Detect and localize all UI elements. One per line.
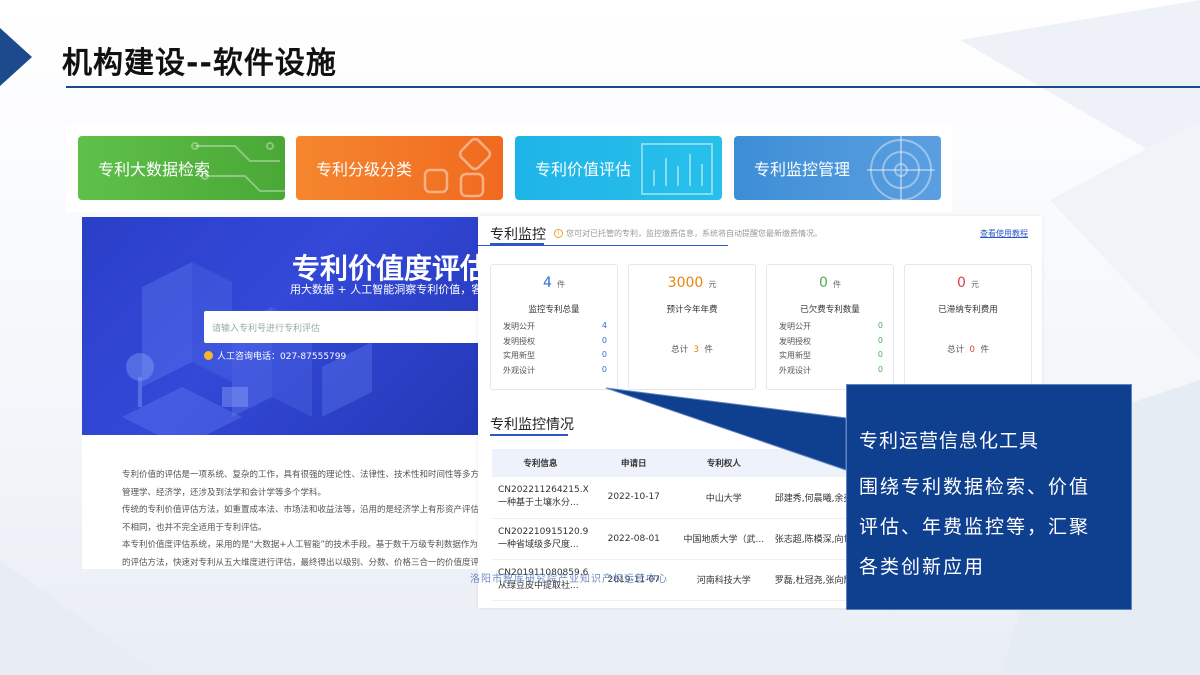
tile-patent-search[interactable]: 专利大数据检索 (78, 136, 285, 200)
apply-date: 2022-10-17 (588, 477, 679, 519)
valuation-subtitle: 用大数据 + 人工智能洞察专利价值，客观、公正 (290, 283, 482, 296)
watermark: 洛阳市智库研究院产业知识产权运营中心 (470, 574, 668, 585)
callout-line: 围绕专利数据检索、价值 (859, 476, 1091, 498)
tab-monitor[interactable]: 专利监控 (490, 224, 546, 244)
column-header[interactable]: 专利权人 (678, 449, 769, 477)
grid-diamond-icon (423, 137, 492, 198)
card-breakdown: 发明公开 4 发明授权 0 实用新型 0 外观设计 0 (503, 321, 607, 375)
column-header[interactable]: 专利信息 (492, 449, 589, 477)
tile-patent-monitoring[interactable]: 专利监控管理 (734, 136, 941, 200)
patent-owner: 河南科技大学 (678, 559, 769, 601)
tile-label: 专利大数据检索 (98, 160, 211, 179)
paragraph-line: 管理学、经济学，还涉及到法学和会计学等多个学科。 (122, 487, 327, 498)
patent-info[interactable]: CN202211264215.X 一种基于土壤水分... (492, 477, 589, 519)
paragraph-line: 专利价值的评估是一项系统、复杂的工作，具有很强的理论性、法律性、技术性和时间性等… (122, 470, 482, 480)
callout-body: 围绕专利数据检索、价值 评估、年费监控等，汇聚 各类创新应用 (859, 467, 1119, 587)
card-total-monitored[interactable]: 4件 监控专利总量 发明公开 4 发明授权 0 实用新型 0 外观设计 0 (490, 264, 618, 390)
tile-patent-valuation[interactable]: 专利价值评估 (515, 136, 722, 200)
card-title: 预计今年年费 (666, 305, 718, 315)
radar-icon (867, 136, 935, 200)
paragraph-line: 传统的专利价值评估方法，如重置成本法、市场法和收益法等，沿用的是经济学上有形资产… (122, 505, 482, 515)
callout-line: 评估、年费监控等，汇聚 (859, 516, 1091, 538)
card-title: 已滞纳专利费用 (938, 305, 998, 315)
card-title: 已欠费专利数量 (800, 305, 860, 315)
section-underline (490, 434, 568, 436)
card-total: 总计 0 件 (947, 345, 989, 355)
paragraph-line: 本专利价值度评估系统，采用的是“大数据+人工智能”的技术手段。基于数千万级专利数… (122, 540, 478, 550)
tab-underline (490, 243, 544, 245)
card-total: 总计 3 件 (671, 345, 713, 355)
callout-title: 专利运营信息化工具 (859, 430, 1040, 452)
tile-label: 专利监控管理 (754, 160, 851, 179)
patent-owner: 中山大学 (678, 477, 769, 519)
apply-date: 2022-08-01 (588, 518, 679, 560)
title-divider (66, 86, 1200, 88)
help-link[interactable]: 查看使用教程 (980, 228, 1028, 239)
card-value: 4件 (543, 275, 565, 291)
card-value: 0元 (957, 275, 979, 291)
callout-line: 各类创新应用 (859, 556, 986, 578)
slide-title: 机构建设--软件设施 (62, 46, 337, 81)
tile-patent-classification[interactable]: 专利分级分类 (296, 136, 503, 200)
column-header[interactable]: 申请日 (588, 449, 679, 477)
patent-info[interactable]: CN202210915120.9 一种省域级多尺度... (492, 518, 589, 560)
patent-owner: 中国地质大学（武... (678, 518, 769, 560)
info-icon: ! (554, 229, 563, 238)
phone-text: 人工咨询电话：027-87555799 (217, 352, 347, 362)
feature-tiles: 专利大数据检索 专利分级分类 专利价值评估 专利监控管理 (66, 124, 952, 212)
valuation-description: 专利价值的评估是一项系统、复杂的工作，具有很强的理论性、法律性、技术性和时间性等… (122, 467, 482, 569)
consult-phone: 人工咨询电话：027-87555799 (204, 349, 346, 362)
card-overdue-count[interactable]: 0件 已欠费专利数量 发明公开 0 发明授权 0 实用新型 0 外观设计 0 (766, 264, 894, 390)
paragraph-line: 的评估方法，快速对专利从五大维度进行评估，最终得出以级别、分数、价格三合一的价值… (122, 557, 482, 568)
card-annual-fee[interactable]: 3000 元 预计今年年费 总计 3 件 (628, 264, 756, 390)
section-title: 专利监控情况 (490, 417, 574, 433)
card-value: 3000 元 (667, 275, 717, 291)
card-title: 监控专利总量 (528, 305, 580, 315)
card-breakdown: 发明公开 0 发明授权 0 实用新型 0 外观设计 0 (779, 321, 883, 375)
valuation-page: 专利价值度评估 用大数据 + 人工智能洞察专利价值，客观、公正 请输入专利号进行… (82, 217, 482, 569)
notice-text: 您可对已托管的专利，监控缴费信息，系统将自动提醒您最新缴费情况。 (566, 229, 822, 238)
slide-arrow-icon (0, 28, 32, 86)
paragraph-line: 不相同，也并不完全适用于专利评估。 (122, 522, 267, 533)
header-divider (478, 245, 728, 246)
callout-box: 专利运营信息化工具 围绕专利数据检索、价值 评估、年费监控等，汇聚 各类创新应用 (846, 384, 1132, 610)
patent-search-input[interactable]: 请输入专利号进行专利评估 (204, 311, 482, 343)
tile-label: 专利价值评估 (535, 160, 632, 179)
bar-chart-icon (641, 143, 713, 195)
phone-icon (204, 351, 213, 360)
valuation-hero: 专利价值度评估 用大数据 + 人工智能洞察专利价值，客观、公正 请输入专利号进行… (82, 217, 482, 435)
tile-label: 专利分级分类 (316, 160, 413, 179)
card-value: 0件 (819, 275, 841, 291)
card-late-fees[interactable]: 0元 已滞纳专利费用 总计 0 件 (904, 264, 1032, 390)
monitor-notice: ! 您可对已托管的专利，监控缴费信息，系统将自动提醒您最新缴费情况。 (554, 228, 822, 239)
